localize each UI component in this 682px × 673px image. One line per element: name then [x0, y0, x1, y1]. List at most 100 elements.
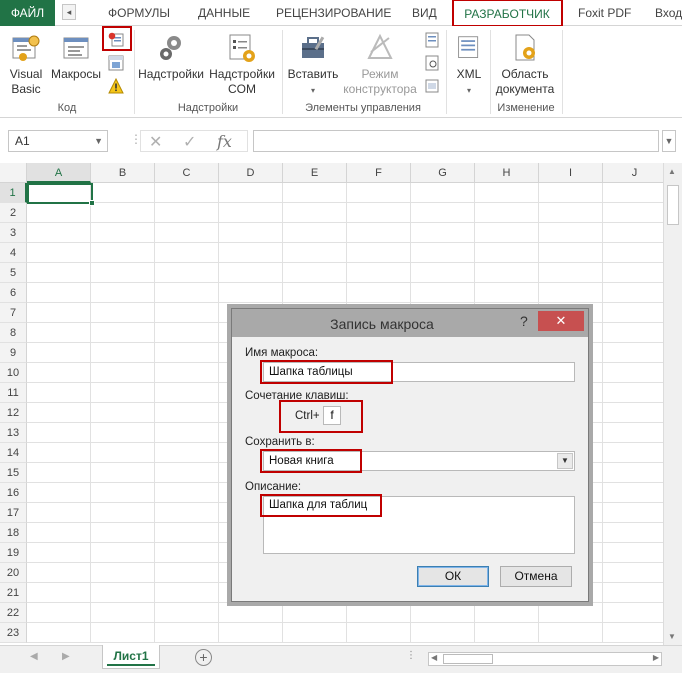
tab-data[interactable]: ДАННЫЕ	[198, 0, 250, 26]
column-header[interactable]: I	[539, 163, 603, 183]
relative-references-icon[interactable]	[108, 55, 124, 71]
row-header[interactable]: 15	[0, 463, 27, 483]
cancel-entry-icon[interactable]: ✕	[149, 132, 162, 152]
confirm-entry-icon[interactable]: ✓	[183, 132, 196, 152]
row-header[interactable]: 20	[0, 563, 27, 583]
description-label: Описание:	[245, 481, 302, 493]
row-header[interactable]: 4	[0, 243, 27, 263]
name-box[interactable]: A1 ▼	[8, 130, 108, 152]
tab-file[interactable]: ФАЙЛ	[0, 0, 55, 26]
column-header[interactable]: E	[283, 163, 347, 183]
vertical-scrollbar[interactable]: ▲ ▼	[663, 163, 682, 645]
tab-view[interactable]: ВИД	[412, 0, 437, 26]
column-header[interactable]: C	[155, 163, 219, 183]
record-macro-dialog: Запись макроса ? ✕ Имя макроса: Шапка та…	[231, 308, 589, 602]
com-addins-button[interactable]: Надстройки COM	[205, 32, 279, 97]
scroll-up-icon[interactable]: ▲	[668, 167, 676, 176]
macro-name-input[interactable]: Шапка таблицы	[263, 362, 575, 382]
row-header[interactable]: 18	[0, 523, 27, 543]
sign-in-link[interactable]: Вход	[655, 0, 682, 26]
addins-label: Надстройки	[138, 67, 204, 81]
active-cell-a1[interactable]	[27, 183, 95, 206]
row-header[interactable]: 22	[0, 603, 27, 623]
column-header[interactable]: J	[603, 163, 667, 183]
scroll-right-icon[interactable]: ▶	[653, 653, 659, 662]
chevron-down-icon[interactable]: ▼	[557, 453, 573, 469]
row-header[interactable]: 12	[0, 403, 27, 423]
row-header[interactable]: 16	[0, 483, 27, 503]
ribbon: Visual Basic Макросы Код Надстройки Надс…	[0, 26, 682, 118]
insert-function-icon[interactable]: fx	[217, 132, 232, 151]
tab-split-grip-icon[interactable]: ⋮	[406, 650, 416, 661]
sheet-tab-list1[interactable]: Лист1	[102, 645, 160, 669]
row-header[interactable]: 6	[0, 283, 27, 303]
tab-review[interactable]: РЕЦЕНЗИРОВАНИЕ	[276, 0, 391, 26]
visual-basic-icon	[12, 35, 40, 61]
column-header[interactable]: F	[347, 163, 411, 183]
cancel-button[interactable]: Отмена	[500, 566, 572, 587]
row-header[interactable]: 19	[0, 543, 27, 563]
run-dialog-icon[interactable]	[424, 78, 440, 94]
toolbox-icon	[302, 36, 325, 58]
horizontal-scrollbar[interactable]: ◀ ▶	[428, 652, 662, 666]
select-all-corner[interactable]	[0, 163, 27, 183]
row-header[interactable]: 11	[0, 383, 27, 403]
tab-foxit-pdf[interactable]: Foxit PDF	[578, 0, 631, 26]
row-header[interactable]: 21	[0, 583, 27, 603]
column-header[interactable]: H	[475, 163, 539, 183]
addins-button[interactable]: Надстройки	[137, 32, 205, 82]
visual-basic-button[interactable]: Visual Basic	[4, 32, 48, 97]
formula-expand-icon[interactable]: ▼	[662, 130, 676, 152]
add-sheet-icon[interactable]: +	[195, 649, 212, 666]
vertical-scroll-thumb[interactable]	[667, 185, 679, 225]
insert-controls-button[interactable]: Вставить ▾	[285, 32, 341, 98]
column-header[interactable]: G	[411, 163, 475, 183]
column-header[interactable]: B	[91, 163, 155, 183]
name-box-dropdown-icon[interactable]: ▼	[94, 131, 103, 151]
fill-handle[interactable]	[89, 200, 95, 206]
properties-icon[interactable]	[424, 32, 440, 48]
horizontal-scroll-thumb[interactable]	[443, 654, 493, 664]
row-header[interactable]: 3	[0, 223, 27, 243]
view-code-icon[interactable]	[424, 55, 440, 71]
sheet-prev-icon[interactable]: ◀	[30, 651, 38, 662]
scroll-left-icon[interactable]: ◀	[431, 653, 437, 662]
row-header[interactable]: 5	[0, 263, 27, 283]
help-icon[interactable]: ?	[520, 313, 528, 329]
column-header[interactable]: D	[219, 163, 283, 183]
design-mode-button[interactable]: Режим конструктора	[340, 32, 420, 97]
close-icon[interactable]: ✕	[538, 311, 584, 331]
description-textarea[interactable]: Шапка для таблиц	[263, 496, 575, 554]
formula-input[interactable]	[253, 130, 659, 152]
row-header[interactable]: 17	[0, 503, 27, 523]
row-header[interactable]: 23	[0, 623, 27, 643]
record-macro-icon[interactable]	[108, 32, 124, 48]
row-header[interactable]: 7	[0, 303, 27, 323]
row-header[interactable]: 13	[0, 423, 27, 443]
row-header[interactable]: 14	[0, 443, 27, 463]
shortcut-key-input[interactable]: f	[323, 406, 341, 425]
document-panel-button[interactable]: Область документа	[492, 32, 558, 97]
row-header[interactable]: 8	[0, 323, 27, 343]
macro-security-warning-icon[interactable]	[108, 78, 124, 94]
row-header[interactable]: 9	[0, 343, 27, 363]
row-header[interactable]: 1	[0, 183, 27, 203]
macros-button[interactable]: Макросы	[48, 32, 104, 82]
store-in-select[interactable]: Новая книга ▼	[263, 451, 575, 471]
tab-scroll-left-icon[interactable]: ◂	[62, 4, 76, 20]
row-header[interactable]: 2	[0, 203, 27, 223]
tab-formulas[interactable]: ФОРМУЛЫ	[108, 0, 170, 26]
name-box-value: A1	[15, 134, 30, 148]
xml-dropdown-icon: ▾	[466, 86, 471, 95]
xml-button[interactable]: XML ▾	[452, 32, 486, 98]
group-code-label: Код	[57, 102, 77, 114]
column-header[interactable]: A	[27, 163, 91, 183]
visual-basic-label-2: Basic	[11, 82, 41, 96]
sheet-next-icon[interactable]: ▶	[62, 651, 70, 662]
ok-button[interactable]: ОК	[417, 566, 489, 587]
row-header[interactable]: 10	[0, 363, 27, 383]
tab-developer[interactable]: РАЗРАБОТЧИК	[452, 0, 562, 27]
dialog-titlebar[interactable]: Запись макроса ? ✕	[232, 309, 588, 337]
scroll-down-icon[interactable]: ▼	[668, 632, 676, 641]
gears-icon	[160, 36, 181, 60]
